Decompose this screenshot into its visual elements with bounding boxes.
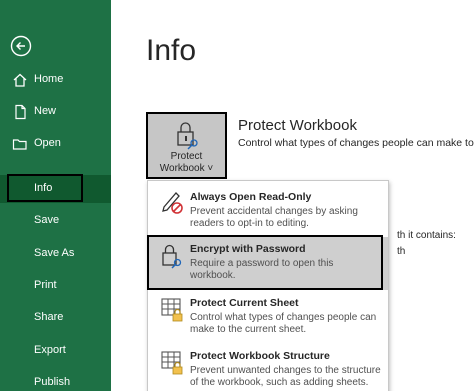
protect-button-label-line1: Protect	[170, 151, 203, 162]
sidebar-item-share[interactable]: Share	[0, 304, 111, 332]
menu-item-protect-current-sheet[interactable]: Protect Current Sheet Control what types…	[148, 293, 388, 345]
sidebar-item-label: Home	[34, 73, 64, 85]
menu-item-description: readers to opt-in to editing.	[190, 218, 309, 229]
sidebar-item-new[interactable]: New	[0, 98, 111, 126]
sidebar-item-save-as[interactable]: Save As	[0, 240, 111, 268]
menu-item-always-open-read-only[interactable]: Always Open Read-Only Prevent accidental…	[148, 183, 388, 235]
sidebar-item-label: Print	[34, 279, 57, 291]
sidebar-item-save[interactable]: Save	[0, 207, 111, 235]
background-text: th	[397, 246, 406, 257]
menu-item-description: Require a password to open this	[190, 258, 334, 269]
sidebar-item-label: Publish	[34, 376, 71, 388]
sidebar-item-label: Save As	[34, 247, 75, 259]
menu-item-encrypt-with-password[interactable]: Encrypt with Password Require a password…	[148, 237, 388, 290]
back-arrow-icon[interactable]	[10, 35, 32, 57]
home-icon	[13, 73, 27, 87]
menu-item-description: Prevent accidental changes by asking	[190, 206, 358, 217]
menu-item-description: Control what types of changes people can	[190, 312, 377, 323]
menu-item-description: make to the current sheet.	[190, 324, 307, 335]
page-title: Info	[146, 34, 197, 67]
sidebar-item-home[interactable]: Home	[0, 66, 111, 94]
menu-item-protect-workbook-structure[interactable]: Protect Workbook Structure Prevent unwan…	[148, 346, 388, 391]
protect-workbook-menu: Always Open Read-Only Prevent accidental…	[147, 180, 389, 391]
sidebar-item-label: New	[34, 105, 57, 117]
menu-item-description: of the workbook, such as adding sheets.	[190, 377, 369, 388]
sidebar-item-export[interactable]: Export	[0, 337, 111, 365]
menu-item-description: Prevent unwanted changes to the structur…	[190, 365, 381, 376]
background-text: th it contains:	[397, 230, 456, 241]
lock-key-icon	[177, 122, 198, 150]
new-document-icon	[15, 104, 26, 120]
sidebar-item-publish[interactable]: Publish	[0, 369, 111, 391]
lock-key-icon	[162, 244, 182, 269]
menu-item-description: workbook.	[190, 270, 236, 281]
sidebar-item-open[interactable]: Open	[0, 130, 111, 158]
section-heading: Protect Workbook	[238, 117, 357, 134]
pencil-prohibited-icon	[162, 192, 183, 214]
sheet-lock-icon	[161, 298, 183, 322]
sidebar-item-label: Save	[34, 214, 60, 226]
menu-item-title: Always Open Read-Only	[190, 191, 312, 203]
folder-icon	[12, 139, 27, 150]
sidebar-item-info[interactable]: Info	[0, 175, 111, 203]
protect-workbook-button[interactable]: Protect Workbook ˅	[146, 112, 227, 179]
sidebar-item-label: Info	[34, 182, 53, 194]
menu-item-title: Protect Current Sheet	[190, 297, 299, 309]
backstage-sidebar: Home New Open Info Save Save As Print Sh…	[0, 0, 111, 391]
menu-item-title: Encrypt with Password	[190, 243, 306, 255]
workbook-lock-icon	[161, 351, 183, 375]
sidebar-item-print[interactable]: Print	[0, 272, 111, 300]
protect-button-label-line2: Workbook ˅	[159, 163, 214, 174]
sidebar-item-label: Open	[34, 137, 61, 149]
sidebar-item-label: Share	[34, 311, 64, 323]
section-description: Control what types of changes people can…	[238, 137, 474, 149]
menu-item-title: Protect Workbook Structure	[190, 350, 330, 362]
sidebar-item-label: Export	[34, 344, 66, 356]
